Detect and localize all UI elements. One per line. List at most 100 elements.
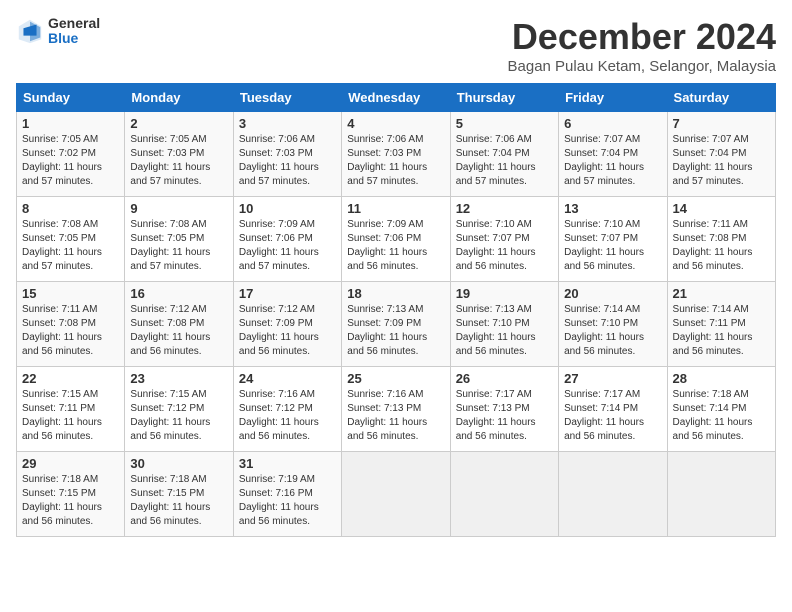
day-detail: Sunrise: 7:18 AMSunset: 7:15 PMDaylight:… — [130, 473, 227, 529]
month-title: December 2024 — [508, 16, 777, 58]
calendar-cell: 6 Sunrise: 7:07 AMSunset: 7:04 PMDaylight… — [559, 112, 667, 197]
calendar-cell: 3Sunrise: 7:06 AMSunset: 7:03 PMDaylight… — [233, 112, 341, 197]
day-detail: Sunrise: 7:13 AMSunset: 7:09 PMDaylight:… — [347, 303, 444, 359]
day-number: 20 — [564, 286, 661, 301]
day-detail: Sunrise: 7:14 AMSunset: 7:11 PMDaylight:… — [673, 303, 770, 359]
calendar-cell: 5 Sunrise: 7:06 AMSunset: 7:04 PMDaylight… — [450, 112, 558, 197]
calendar-cell: 24 Sunrise: 7:16 AMSunset: 7:12 PMDayligh… — [233, 367, 341, 452]
day-detail: Sunrise: 7:07 AMSunset: 7:04 PMDaylight:… — [564, 133, 661, 189]
calendar-body: 1 Sunrise: 7:05 AMSunset: 7:02 PMDaylight… — [17, 112, 776, 537]
calendar-cell: 17Sunrise: 7:12 AMSunset: 7:09 PMDayligh… — [233, 282, 341, 367]
day-number: 14 — [673, 201, 770, 216]
day-detail: Sunrise: 7:16 AMSunset: 7:12 PMDaylight:… — [239, 388, 336, 444]
weekday-header-sunday: Sunday — [17, 84, 125, 112]
weekday-header-row: SundayMondayTuesdayWednesdayThursdayFrid… — [17, 84, 776, 112]
day-number: 2 — [130, 116, 227, 131]
day-number: 17 — [239, 286, 336, 301]
calendar-cell: 25 Sunrise: 7:16 AMSunset: 7:13 PMDayligh… — [342, 367, 450, 452]
week-row-3: 15 Sunrise: 7:11 AMSunset: 7:08 PMDayligh… — [17, 282, 776, 367]
day-number: 13 — [564, 201, 661, 216]
logo: General Blue — [16, 16, 100, 47]
weekday-header-friday: Friday — [559, 84, 667, 112]
day-detail: Sunrise: 7:09 AMSunset: 7:06 PMDaylight:… — [239, 218, 336, 274]
day-detail: Sunrise: 7:17 AMSunset: 7:14 PMDaylight:… — [564, 388, 661, 444]
calendar-cell: 11Sunrise: 7:09 AMSunset: 7:06 PMDayligh… — [342, 197, 450, 282]
weekday-header-monday: Monday — [125, 84, 233, 112]
weekday-header-tuesday: Tuesday — [233, 84, 341, 112]
day-detail: Sunrise: 7:15 AMSunset: 7:12 PMDaylight:… — [130, 388, 227, 444]
logo-blue-text: Blue — [48, 31, 100, 46]
calendar-cell: 19 Sunrise: 7:13 AMSunset: 7:10 PMDayligh… — [450, 282, 558, 367]
day-number: 7 — [673, 116, 770, 131]
calendar-cell: 16 Sunrise: 7:12 AMSunset: 7:08 PMDayligh… — [125, 282, 233, 367]
calendar-cell: 13 Sunrise: 7:10 AMSunset: 7:07 PMDayligh… — [559, 197, 667, 282]
day-detail: Sunrise: 7:16 AMSunset: 7:13 PMDaylight:… — [347, 388, 444, 444]
day-number: 23 — [130, 371, 227, 386]
page-header: General Blue December 2024 Bagan Pulau K… — [16, 16, 776, 75]
day-number: 5 — [456, 116, 553, 131]
calendar-cell: 4 Sunrise: 7:06 AMSunset: 7:03 PMDaylight… — [342, 112, 450, 197]
day-number: 1 — [22, 116, 119, 131]
calendar-table: SundayMondayTuesdayWednesdayThursdayFrid… — [16, 83, 776, 537]
week-row-4: 22 Sunrise: 7:15 AMSunset: 7:11 PMDayligh… — [17, 367, 776, 452]
calendar-cell: 20 Sunrise: 7:14 AMSunset: 7:10 PMDayligh… — [559, 282, 667, 367]
location-text: Bagan Pulau Ketam, Selangor, Malaysia — [508, 58, 777, 75]
day-number: 22 — [22, 371, 119, 386]
day-detail: Sunrise: 7:08 AMSunset: 7:05 PMDaylight:… — [130, 218, 227, 274]
day-detail: Sunrise: 7:05 AMSunset: 7:02 PMDaylight:… — [22, 133, 119, 189]
day-number: 19 — [456, 286, 553, 301]
calendar-cell — [559, 452, 667, 537]
day-detail: Sunrise: 7:18 AMSunset: 7:14 PMDaylight:… — [673, 388, 770, 444]
day-detail: Sunrise: 7:11 AMSunset: 7:08 PMDaylight:… — [22, 303, 119, 359]
title-block: December 2024 Bagan Pulau Ketam, Selango… — [508, 16, 777, 75]
calendar-cell: 8 Sunrise: 7:08 AMSunset: 7:05 PMDaylight… — [17, 197, 125, 282]
week-row-2: 8 Sunrise: 7:08 AMSunset: 7:05 PMDaylight… — [17, 197, 776, 282]
day-detail: Sunrise: 7:10 AMSunset: 7:07 PMDaylight:… — [564, 218, 661, 274]
day-detail: Sunrise: 7:11 AMSunset: 7:08 PMDaylight:… — [673, 218, 770, 274]
calendar-cell: 1 Sunrise: 7:05 AMSunset: 7:02 PMDaylight… — [17, 112, 125, 197]
day-number: 29 — [22, 456, 119, 471]
day-number: 27 — [564, 371, 661, 386]
calendar-cell — [667, 452, 775, 537]
calendar-cell: 28Sunrise: 7:18 AMSunset: 7:14 PMDayligh… — [667, 367, 775, 452]
day-number: 30 — [130, 456, 227, 471]
day-detail: Sunrise: 7:17 AMSunset: 7:13 PMDaylight:… — [456, 388, 553, 444]
day-number: 25 — [347, 371, 444, 386]
weekday-header-saturday: Saturday — [667, 84, 775, 112]
calendar-cell: 14 Sunrise: 7:11 AMSunset: 7:08 PMDayligh… — [667, 197, 775, 282]
calendar-cell: 12 Sunrise: 7:10 AMSunset: 7:07 PMDayligh… — [450, 197, 558, 282]
day-number: 21 — [673, 286, 770, 301]
day-detail: Sunrise: 7:14 AMSunset: 7:10 PMDaylight:… — [564, 303, 661, 359]
day-detail: Sunrise: 7:18 AMSunset: 7:15 PMDaylight:… — [22, 473, 119, 529]
day-number: 12 — [456, 201, 553, 216]
day-number: 16 — [130, 286, 227, 301]
day-number: 15 — [22, 286, 119, 301]
calendar-cell: 2 Sunrise: 7:05 AMSunset: 7:03 PMDaylight… — [125, 112, 233, 197]
day-number: 18 — [347, 286, 444, 301]
calendar-header: SundayMondayTuesdayWednesdayThursdayFrid… — [17, 84, 776, 112]
day-detail: Sunrise: 7:12 AMSunset: 7:08 PMDaylight:… — [130, 303, 227, 359]
calendar-cell: 31Sunrise: 7:19 AMSunset: 7:16 PMDayligh… — [233, 452, 341, 537]
weekday-header-wednesday: Wednesday — [342, 84, 450, 112]
calendar-cell — [450, 452, 558, 537]
day-detail: Sunrise: 7:13 AMSunset: 7:10 PMDaylight:… — [456, 303, 553, 359]
logo-text: General Blue — [48, 16, 100, 47]
calendar-cell: 7Sunrise: 7:07 AMSunset: 7:04 PMDaylight… — [667, 112, 775, 197]
day-number: 24 — [239, 371, 336, 386]
day-number: 11 — [347, 201, 444, 216]
calendar-cell: 18 Sunrise: 7:13 AMSunset: 7:09 PMDayligh… — [342, 282, 450, 367]
week-row-1: 1 Sunrise: 7:05 AMSunset: 7:02 PMDaylight… — [17, 112, 776, 197]
day-number: 4 — [347, 116, 444, 131]
logo-general-text: General — [48, 16, 100, 31]
day-detail: Sunrise: 7:15 AMSunset: 7:11 PMDaylight:… — [22, 388, 119, 444]
day-detail: Sunrise: 7:06 AMSunset: 7:04 PMDaylight:… — [456, 133, 553, 189]
day-detail: Sunrise: 7:08 AMSunset: 7:05 PMDaylight:… — [22, 218, 119, 274]
calendar-cell: 23 Sunrise: 7:15 AMSunset: 7:12 PMDayligh… — [125, 367, 233, 452]
day-number: 8 — [22, 201, 119, 216]
day-detail: Sunrise: 7:06 AMSunset: 7:03 PMDaylight:… — [347, 133, 444, 189]
calendar-cell: 9Sunrise: 7:08 AMSunset: 7:05 PMDaylight… — [125, 197, 233, 282]
day-detail: Sunrise: 7:05 AMSunset: 7:03 PMDaylight:… — [130, 133, 227, 189]
day-number: 31 — [239, 456, 336, 471]
day-detail: Sunrise: 7:10 AMSunset: 7:07 PMDaylight:… — [456, 218, 553, 274]
day-number: 6 — [564, 116, 661, 131]
